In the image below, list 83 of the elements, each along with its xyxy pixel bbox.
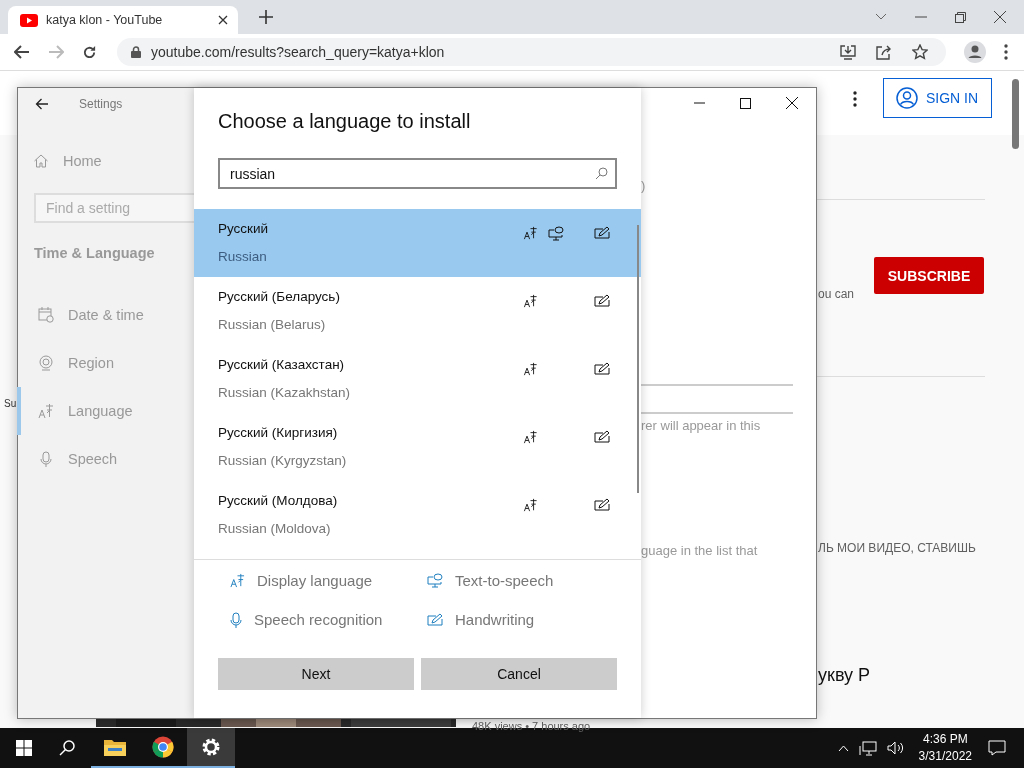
new-tab-icon[interactable] (259, 10, 273, 24)
share-icon[interactable] (876, 44, 892, 60)
close-icon[interactable] (994, 11, 1006, 23)
cancel-button[interactable]: Cancel (421, 658, 617, 690)
calendar-icon (38, 307, 54, 323)
microphone-icon (230, 611, 242, 628)
language-name: Русский (Молдова) (218, 493, 339, 508)
microphone-icon (38, 451, 54, 467)
channel-text: ou can (818, 287, 855, 301)
language-icon (230, 573, 245, 588)
language-option[interactable]: Русский (Казахстан) Russian (Kazakhstan) (194, 345, 641, 413)
folder-icon (104, 738, 126, 756)
volume-icon[interactable] (886, 741, 905, 755)
reload-icon[interactable] (82, 44, 97, 60)
back-icon[interactable] (14, 45, 30, 59)
language-english-name: Russian (Belarus) (218, 317, 327, 332)
taskbar-app[interactable] (187, 728, 235, 768)
scrollbar[interactable] (637, 225, 639, 493)
lock-icon (131, 46, 141, 58)
clock-time[interactable]: 4:36 PM (922, 731, 968, 748)
user-icon (896, 87, 918, 109)
youtube-icon (20, 13, 38, 27)
scrollbar-thumb[interactable] (1012, 79, 1019, 149)
more-icon[interactable] (853, 91, 857, 107)
install-icon[interactable] (840, 44, 856, 60)
language-name: Русский (218, 221, 270, 236)
language-name: Русский (Беларусь) (218, 289, 341, 304)
edge-text: Su (4, 398, 17, 409)
start-icon[interactable] (16, 740, 32, 756)
search-field[interactable]: russian (218, 158, 617, 189)
language-english-name: Russian (Kazakhstan) (218, 385, 352, 400)
legend-item: Handwriting (427, 611, 627, 628)
network-icon[interactable] (858, 740, 877, 756)
legend-item: Speech recognition (230, 611, 427, 628)
search-field[interactable]: Find a setting (34, 193, 194, 223)
section-heading: Time & Language (33, 244, 156, 263)
back-icon[interactable] (35, 98, 49, 110)
language-english-name: Russian (218, 249, 268, 264)
language-name: Русский (Киргизия) (218, 425, 339, 440)
language-icon (38, 403, 54, 419)
legend-item: Display language (230, 572, 427, 589)
chevron-up-icon[interactable] (837, 744, 849, 752)
search-icon (595, 167, 608, 180)
pane-text: guage in the list that (641, 543, 758, 558)
language-option[interactable]: Русский Russian (194, 209, 641, 277)
browser-tab[interactable]: katya klon - YouTube (8, 6, 238, 34)
star-icon[interactable] (912, 44, 928, 60)
address-bar[interactable]: youtube.com/results?search_query=katya+klon (117, 38, 946, 66)
window-title: Settings (79, 97, 123, 111)
tab-title: katya klon - YouTube (46, 13, 164, 27)
language-option[interactable]: Русский (Беларусь) Russian (Belarus) (194, 277, 641, 345)
language-english-name: Russian (Moldova) (218, 521, 332, 536)
video-title: укву Р (818, 665, 871, 686)
next-button[interactable]: Next (218, 658, 414, 690)
subscribe-button[interactable]: SUBSCRIBE (874, 257, 984, 294)
close-icon[interactable] (218, 15, 228, 25)
home-icon (33, 153, 49, 169)
language-english-name: Russian (Kyrgyzstan) (218, 453, 348, 468)
speech-screen-icon (427, 573, 443, 588)
pane-text: rer will appear in this (641, 418, 761, 433)
search-icon[interactable] (59, 740, 75, 756)
gear-icon (201, 737, 221, 757)
dropdown-field[interactable] (641, 384, 793, 414)
chrome-icon (152, 736, 174, 758)
pen-icon (427, 613, 443, 626)
language-option[interactable]: Русский (Молдова) Russian (Moldova) (194, 481, 641, 549)
dialog-title: Choose a language to install (217, 109, 472, 134)
menu-icon[interactable] (1004, 44, 1008, 60)
close-icon[interactable] (786, 97, 798, 109)
notification-icon[interactable] (988, 740, 1006, 756)
language-name: Русский (Казахстан) (218, 357, 346, 372)
restore-icon[interactable] (955, 11, 966, 23)
description-text: ЛЬ МОИ ВИДЕО, СТАВИШЬ (818, 541, 976, 555)
globe-icon (38, 355, 54, 371)
profile-icon[interactable] (964, 41, 986, 63)
language-option[interactable]: Русский (Киргизия) Russian (Kyrgyzstan) (194, 413, 641, 481)
url-text: youtube.com/results?search_query=katya+klon (151, 44, 445, 60)
chevron-down-icon[interactable] (875, 13, 887, 21)
clock-date[interactable]: 3/31/2022 (918, 748, 972, 765)
maximize-icon[interactable] (740, 97, 751, 109)
sign-in-button[interactable]: SIGN IN (883, 78, 992, 118)
legend-item: Text-to-speech (427, 572, 627, 589)
pane-text: ) (641, 178, 646, 193)
